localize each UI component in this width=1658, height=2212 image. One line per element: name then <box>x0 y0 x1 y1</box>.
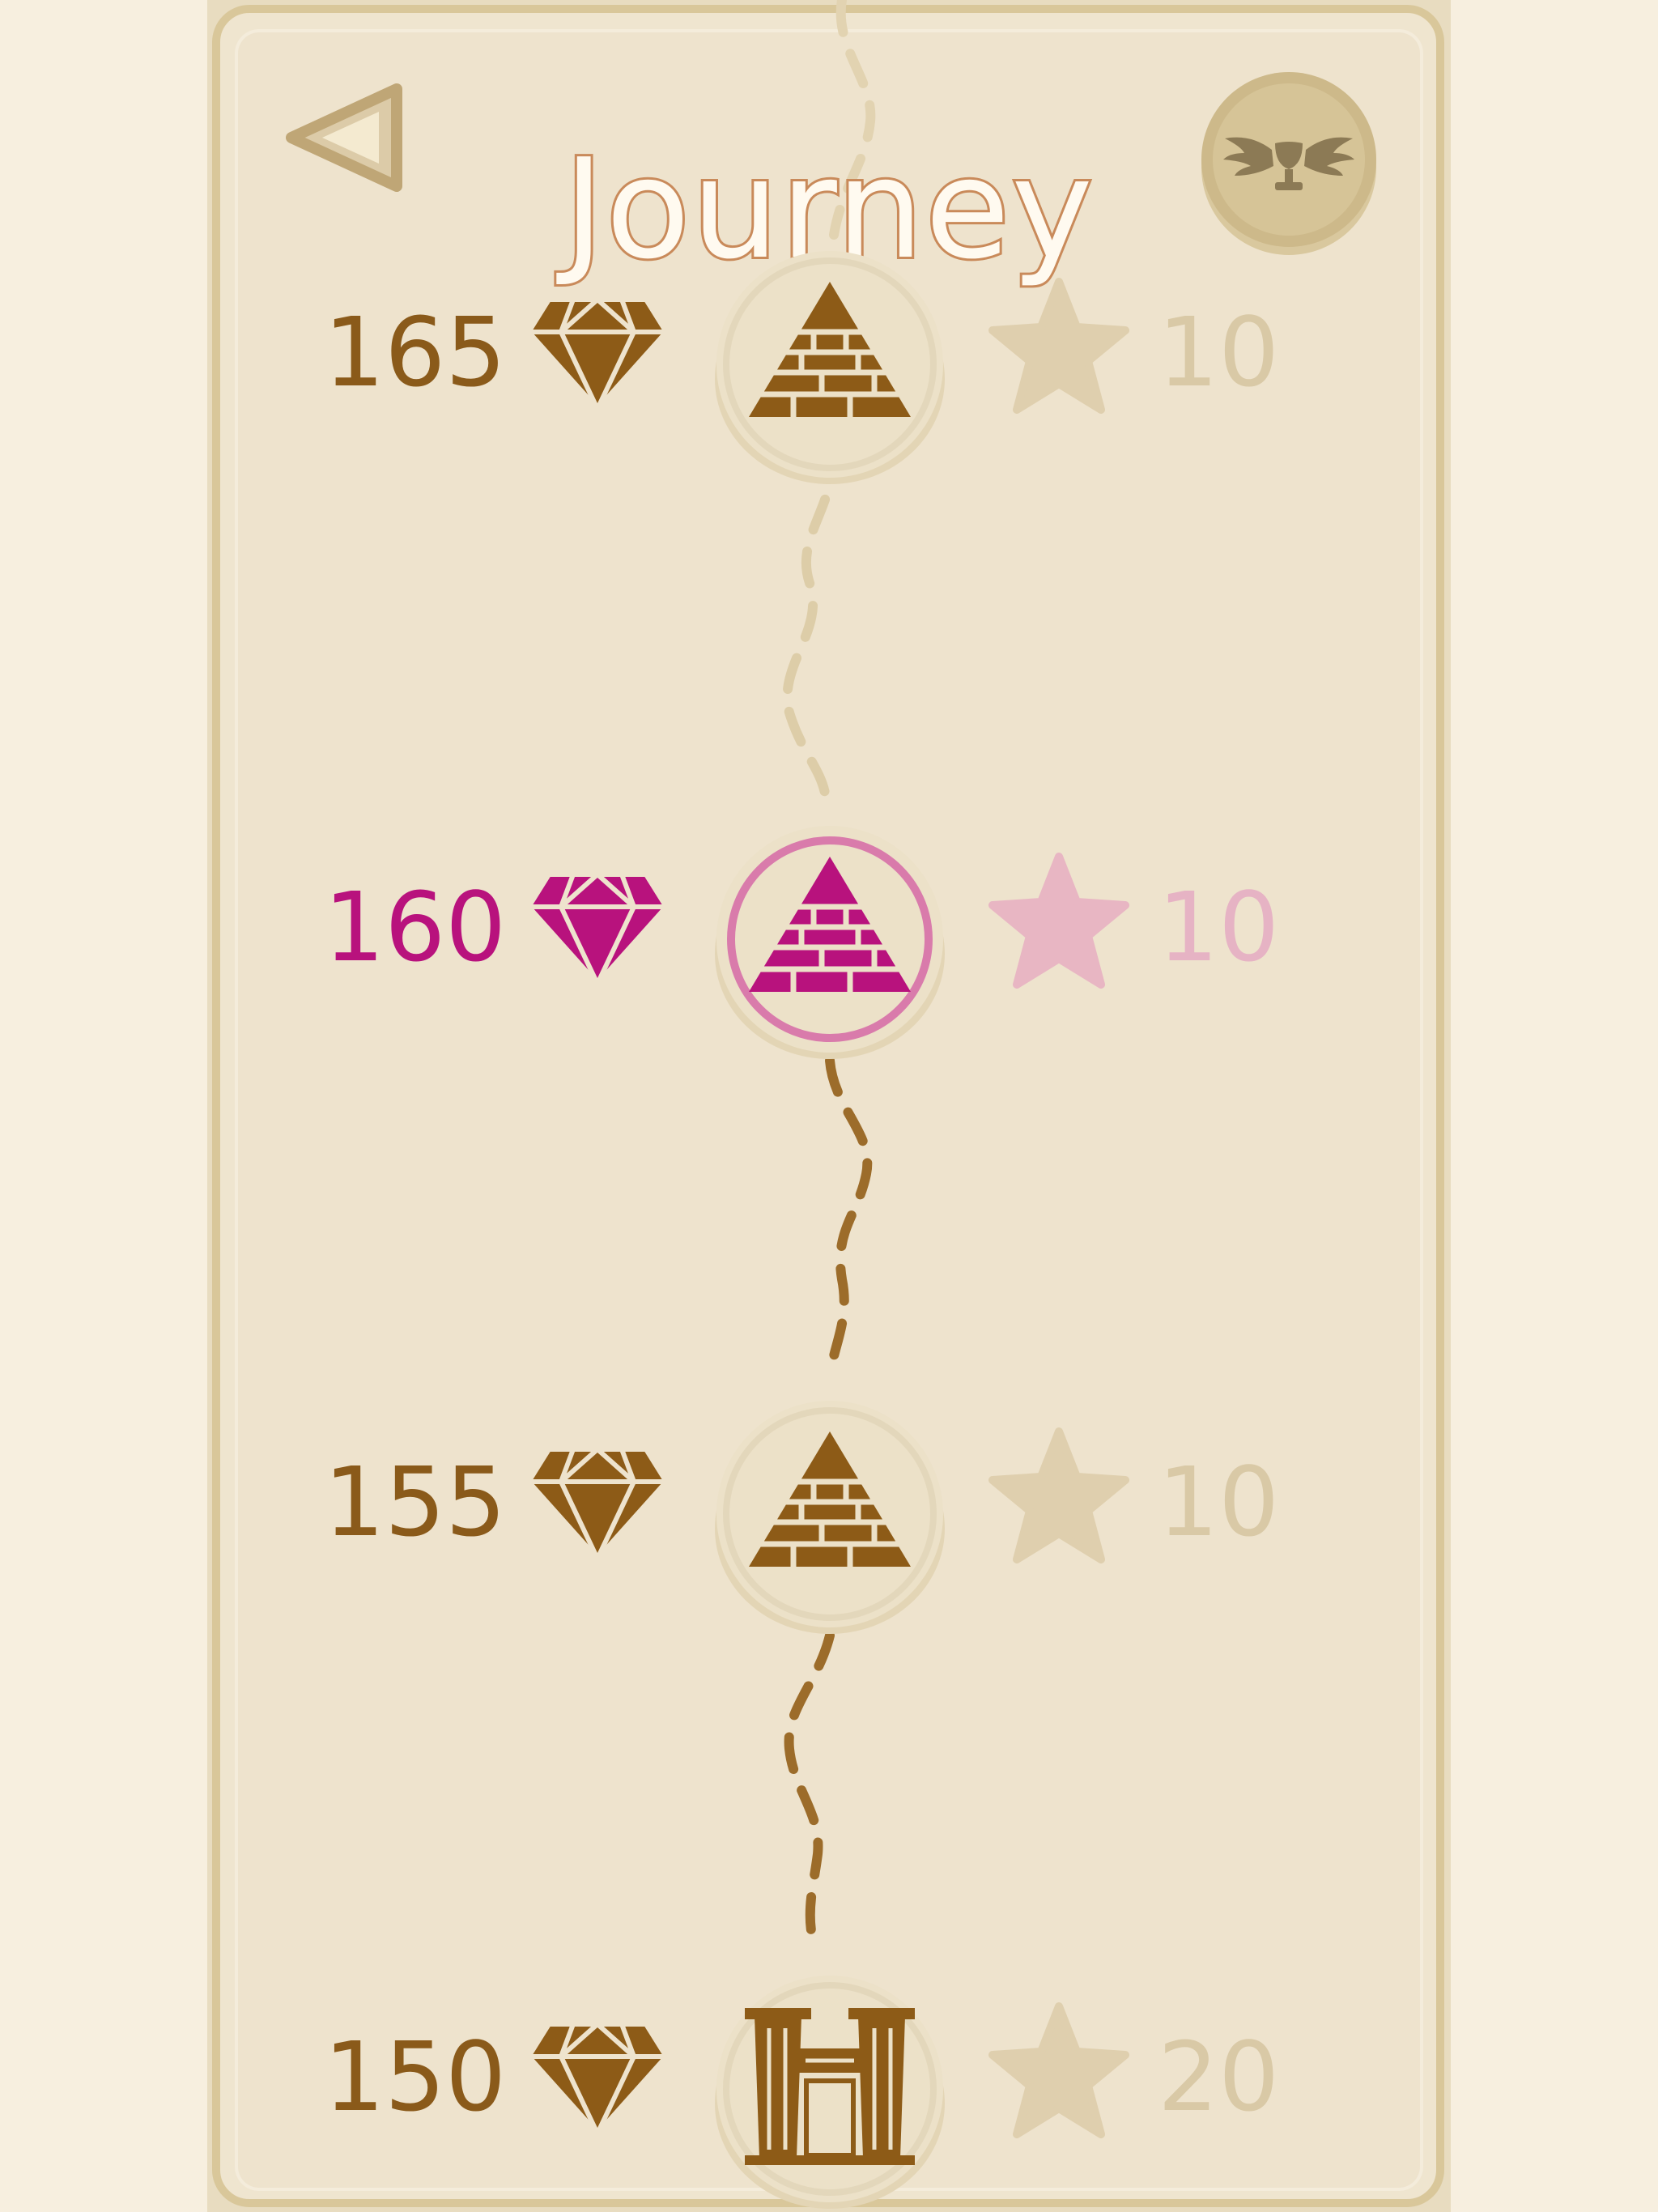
gem-cost: 160 <box>324 871 507 983</box>
star-icon <box>988 278 1129 414</box>
diamond-icon <box>526 1447 669 1561</box>
path-segment-unlocked-2 <box>784 1631 835 1948</box>
star-icon <box>988 1427 1129 1563</box>
path-segment-locked <box>782 440 837 802</box>
level-node-155[interactable] <box>712 1393 947 1636</box>
star-icon <box>988 853 1129 989</box>
star-reward: 20 <box>1158 2021 1280 2133</box>
star-reward: 10 <box>1158 296 1280 408</box>
star-icon <box>988 2002 1129 2138</box>
gem-cost: 155 <box>324 1446 507 1558</box>
level-row-165: 165 10 <box>0 227 1658 484</box>
diamond-icon <box>526 297 669 411</box>
level-row-155: 155 10 <box>0 1376 1658 1634</box>
gem-cost: 165 <box>324 296 507 408</box>
path-segment-unlocked-1 <box>825 1056 873 1381</box>
level-node-165[interactable] <box>712 243 947 486</box>
level-row-150: 150 20 <box>0 1951 1658 2209</box>
level-row-160: 160 10 <box>0 802 1658 1059</box>
diamond-icon <box>526 872 669 986</box>
diamond-icon <box>526 2022 669 2136</box>
star-reward: 10 <box>1158 871 1280 983</box>
level-node-160[interactable] <box>712 818 947 1061</box>
level-node-150[interactable] <box>712 1967 947 2210</box>
gem-cost: 150 <box>324 2021 507 2133</box>
star-reward: 10 <box>1158 1446 1280 1558</box>
